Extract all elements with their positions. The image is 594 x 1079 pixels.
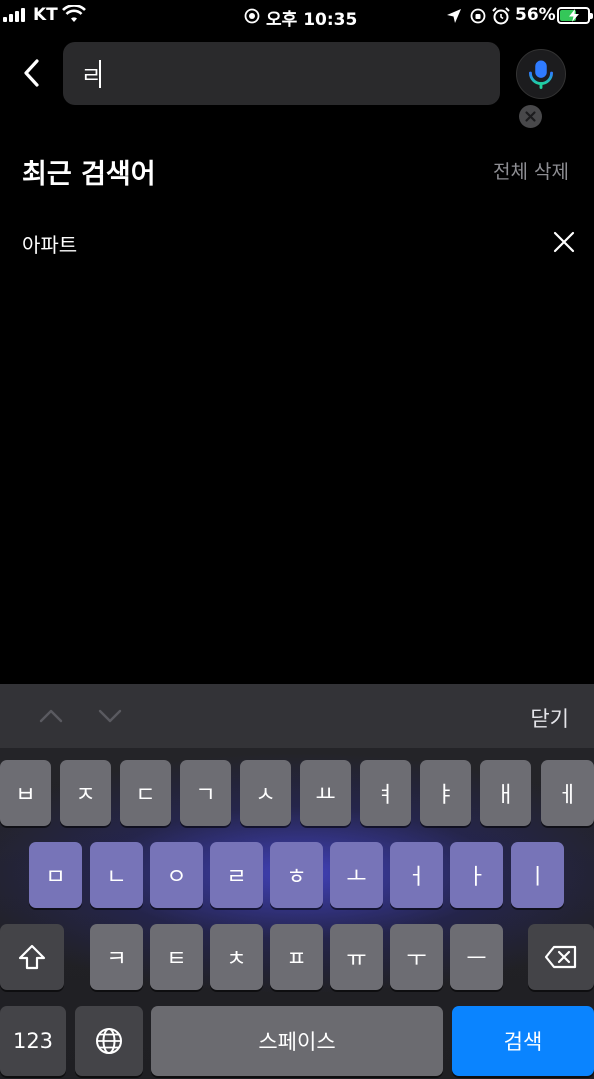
status-bar: KT 오후 10:35 56% — [0, 0, 594, 32]
globe-key[interactable] — [75, 1006, 143, 1076]
carrier-label: KT — [33, 5, 58, 25]
backspace-icon — [544, 945, 577, 969]
clear-search-button[interactable] — [519, 105, 542, 128]
chevron-down-icon — [98, 709, 122, 723]
clear-circle-icon — [525, 111, 536, 122]
recent-searches-title: 최근 검색어 — [22, 159, 156, 190]
key[interactable]: ㅂ — [0, 760, 51, 826]
wifi-icon — [62, 5, 86, 22]
screen-record-icon — [244, 8, 260, 24]
battery-icon — [557, 7, 593, 24]
chevron-up-icon — [39, 709, 63, 723]
back-button[interactable] — [16, 56, 50, 90]
clock: 오후 10:35 — [266, 10, 358, 30]
key[interactable]: ㅅ — [240, 760, 291, 826]
chevron-left-icon — [24, 59, 39, 87]
shift-key[interactable] — [0, 924, 64, 990]
alarm-icon — [492, 7, 510, 25]
key[interactable]: ㅊ — [210, 924, 263, 990]
space-key[interactable]: 스페이스 — [151, 1006, 443, 1076]
key[interactable]: ㅈ — [60, 760, 111, 826]
key[interactable]: ㅑ — [420, 760, 471, 826]
key[interactable]: ㅡ — [450, 924, 503, 990]
clear-all-button[interactable]: 전체 삭제 — [493, 157, 569, 184]
search-key[interactable]: 검색 — [452, 1006, 594, 1076]
key[interactable]: ㅋ — [90, 924, 143, 990]
numbers-key[interactable]: 123 — [0, 1006, 66, 1076]
globe-icon — [96, 1028, 122, 1054]
recent-search-label: 아파트 — [22, 233, 78, 257]
search-screen: KT 오후 10:35 56% ㄹ 최근 검색어 전체 삭제 아파트 닫기 ㅂ … — [0, 0, 594, 1079]
key[interactable]: ㅐ — [480, 760, 531, 826]
voice-search-button[interactable] — [516, 49, 566, 99]
backspace-key[interactable] — [528, 924, 594, 990]
key[interactable]: ㅛ — [300, 760, 351, 826]
shift-arrow-icon — [18, 944, 46, 970]
key[interactable]: ㅓ — [390, 842, 443, 908]
orientation-lock-icon — [470, 8, 486, 24]
text-cursor — [99, 60, 101, 88]
search-bar — [63, 42, 542, 128]
close-icon — [553, 231, 575, 253]
keyboard-accessory-bar: 닫기 — [0, 684, 594, 748]
key[interactable]: ㅍ — [270, 924, 323, 990]
cellular-signal-icon — [3, 8, 29, 22]
battery-percent: 56% — [515, 5, 556, 25]
microphone-icon — [529, 60, 553, 89]
key[interactable]: ㅣ — [511, 842, 564, 908]
key[interactable]: ㅕ — [360, 760, 411, 826]
close-keyboard-button[interactable]: 닫기 — [530, 703, 569, 733]
remove-recent-button[interactable] — [552, 230, 576, 254]
key[interactable]: ㄹ — [210, 842, 263, 908]
key[interactable]: ㅏ — [450, 842, 503, 908]
key[interactable]: ㅔ — [541, 760, 594, 826]
key[interactable]: ㅎ — [270, 842, 323, 908]
key[interactable]: ㄱ — [180, 760, 231, 826]
key[interactable]: ㅁ — [29, 842, 82, 908]
key[interactable]: ㄴ — [90, 842, 143, 908]
recent-search-item[interactable]: 아파트 — [0, 222, 594, 262]
key[interactable]: ㅗ — [330, 842, 383, 908]
korean-keyboard: ㅂ ㅈ ㄷ ㄱ ㅅ ㅛ ㅕ ㅑ ㅐ ㅔ ㅁ ㄴ ㅇ ㄹ ㅎ ㅗ ㅓ ㅏ ㅣ ㅋ … — [0, 748, 594, 1079]
key[interactable]: ㅠ — [330, 924, 383, 990]
search-input[interactable] — [81, 56, 441, 92]
location-arrow-icon — [447, 9, 461, 23]
key[interactable]: ㅜ — [390, 924, 443, 990]
key[interactable]: ㅌ — [150, 924, 203, 990]
key[interactable]: ㄷ — [120, 760, 171, 826]
next-field-button[interactable] — [97, 704, 123, 728]
previous-field-button[interactable] — [38, 704, 64, 728]
key[interactable]: ㅇ — [150, 842, 203, 908]
